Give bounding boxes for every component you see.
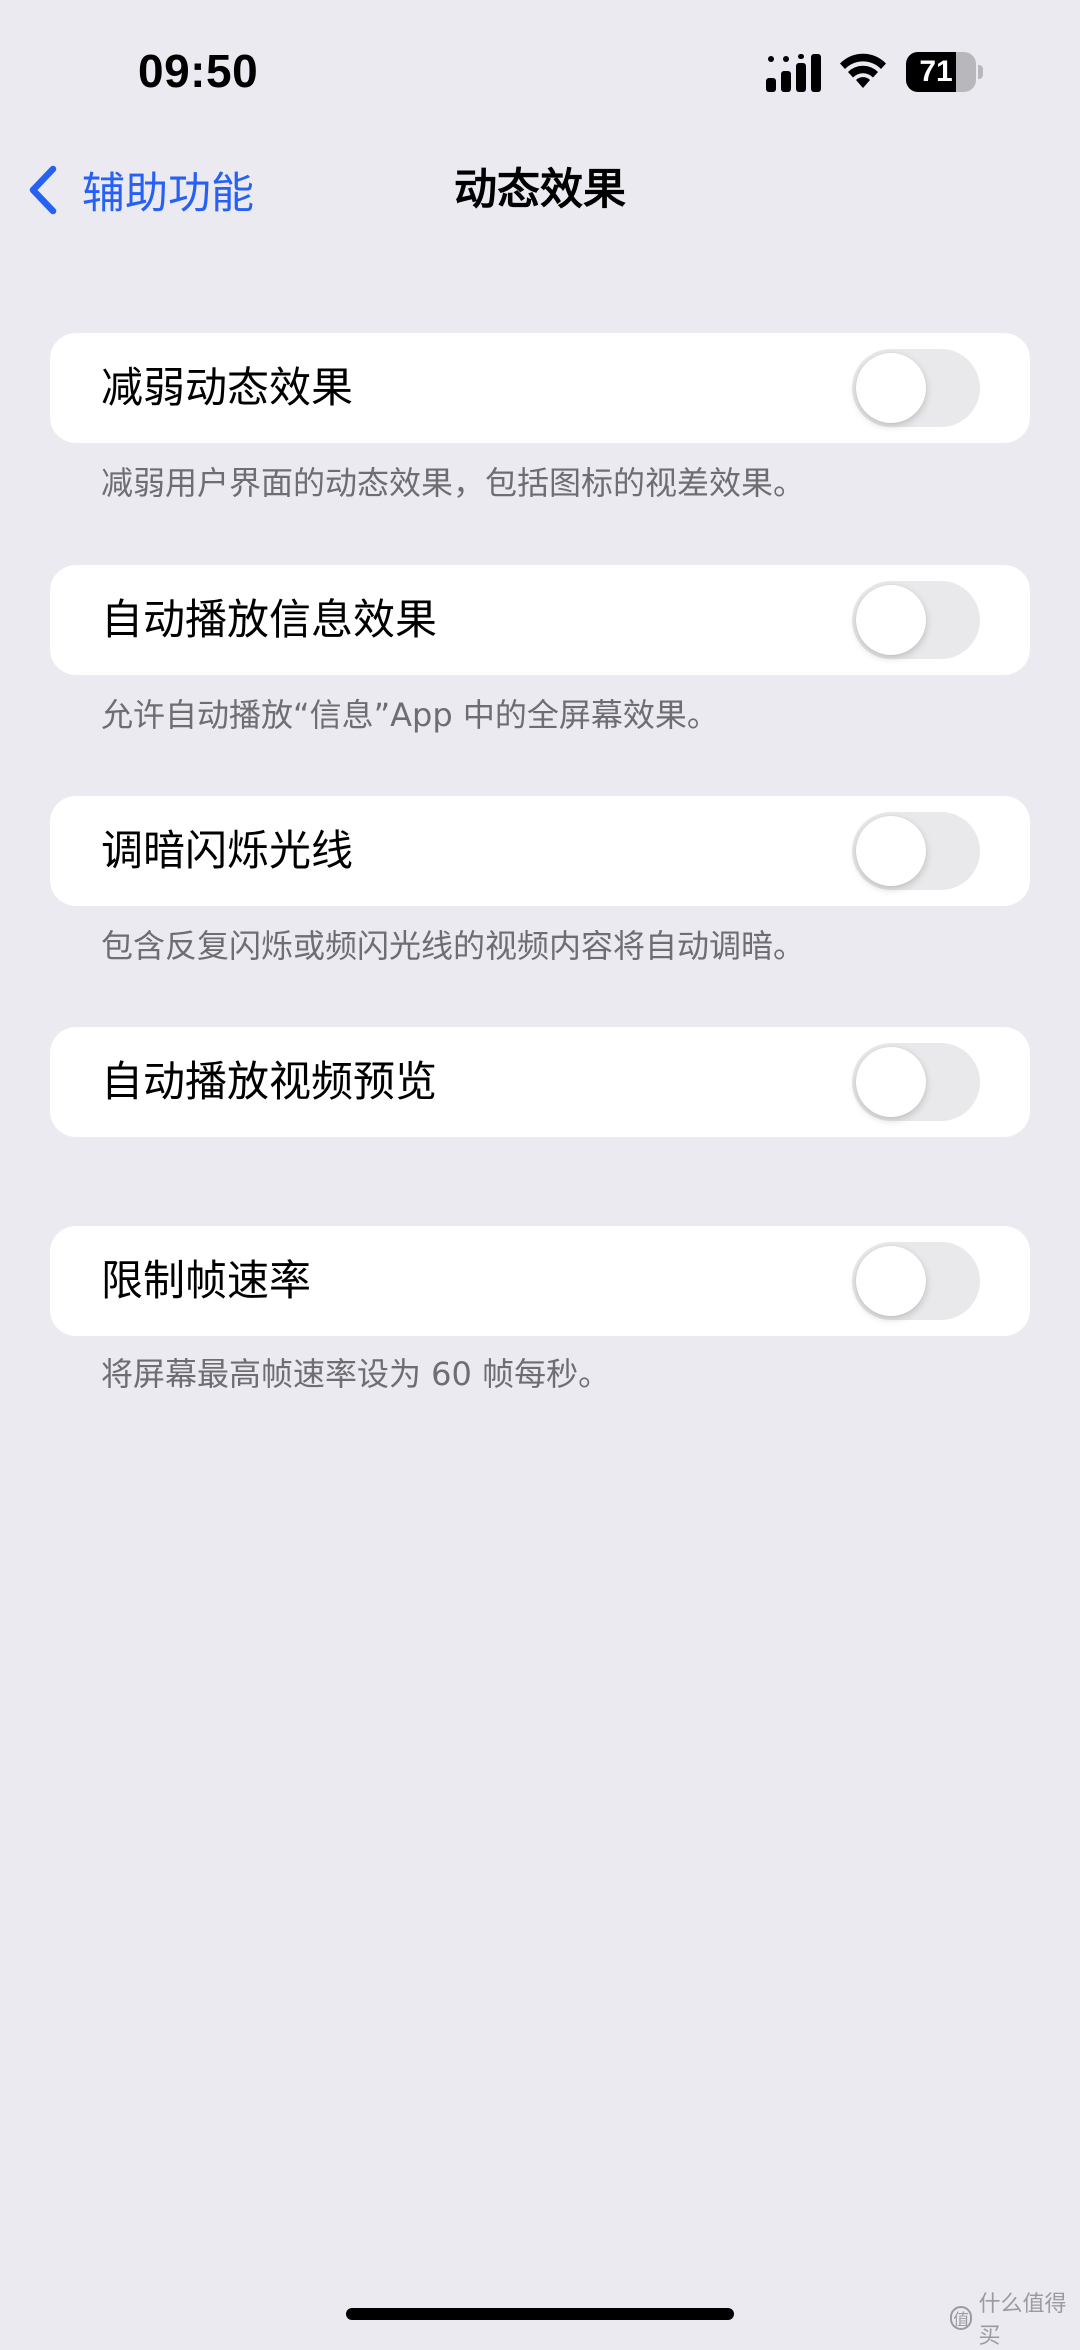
setting-label: 限制帧速率 <box>101 1256 312 1305</box>
auto-play-video-previews-toggle[interactable] <box>852 1043 980 1121</box>
setting-row-limit-frame-rate: 限制帧速率 <box>50 1226 1030 1336</box>
status-time: 09:50 <box>138 45 259 97</box>
battery-percent: 71 <box>919 55 953 88</box>
setting-footnote: 减弱用户界面的动态效果，包括图标的视差效果。 <box>101 464 806 502</box>
setting-label: 自动播放信息效果 <box>101 595 438 644</box>
toggle-knob <box>856 816 926 886</box>
cellular-signal-icon <box>766 54 821 92</box>
battery-cap <box>978 65 983 79</box>
auto-play-message-effects-toggle[interactable] <box>852 581 980 659</box>
limit-frame-rate-toggle[interactable] <box>852 1242 980 1320</box>
toggle-knob <box>856 585 926 655</box>
toggle-knob <box>856 1246 926 1316</box>
back-button-label: 辅助功能 <box>82 169 254 219</box>
toggle-knob <box>856 353 926 423</box>
setting-footnote: 将屏幕最高帧速率设为 60 帧每秒。 <box>101 1355 611 1393</box>
status-bar: 09:50 71 <box>0 0 1080 145</box>
setting-footnote: 包含反复闪烁或频闪光线的视频内容将自动调暗。 <box>101 927 806 965</box>
battery-body: 71 <box>906 52 976 92</box>
watermark: 值 什么值得买 <box>950 2292 1080 2349</box>
toggle-knob <box>856 1047 926 1117</box>
back-button[interactable]: 辅助功能 <box>26 155 254 225</box>
setting-label: 调暗闪烁光线 <box>101 826 354 875</box>
setting-row-auto-play-message-effects: 自动播放信息效果 <box>50 565 1030 675</box>
navigation-bar: 动态效果 辅助功能 <box>0 145 1080 235</box>
watermark-logo-icon: 值 <box>950 2306 973 2330</box>
home-indicator[interactable] <box>346 2308 734 2320</box>
setting-label: 减弱动态效果 <box>101 363 354 412</box>
wifi-icon <box>840 53 886 88</box>
setting-row-auto-play-video-previews: 自动播放视频预览 <box>50 1027 1030 1137</box>
reduce-motion-toggle[interactable] <box>852 349 980 427</box>
chevron-left-icon <box>29 165 57 215</box>
watermark-text: 什么值得买 <box>978 2292 1067 2349</box>
setting-row-dim-flashing-lights: 调暗闪烁光线 <box>50 796 1030 906</box>
setting-footnote: 允许自动播放“信息”App 中的全屏幕效果。 <box>101 696 719 734</box>
battery-icon: 71 <box>906 52 984 92</box>
setting-row-reduce-motion: 减弱动态效果 <box>50 333 1030 443</box>
dim-flashing-lights-toggle[interactable] <box>852 812 980 890</box>
setting-label: 自动播放视频预览 <box>101 1057 438 1106</box>
